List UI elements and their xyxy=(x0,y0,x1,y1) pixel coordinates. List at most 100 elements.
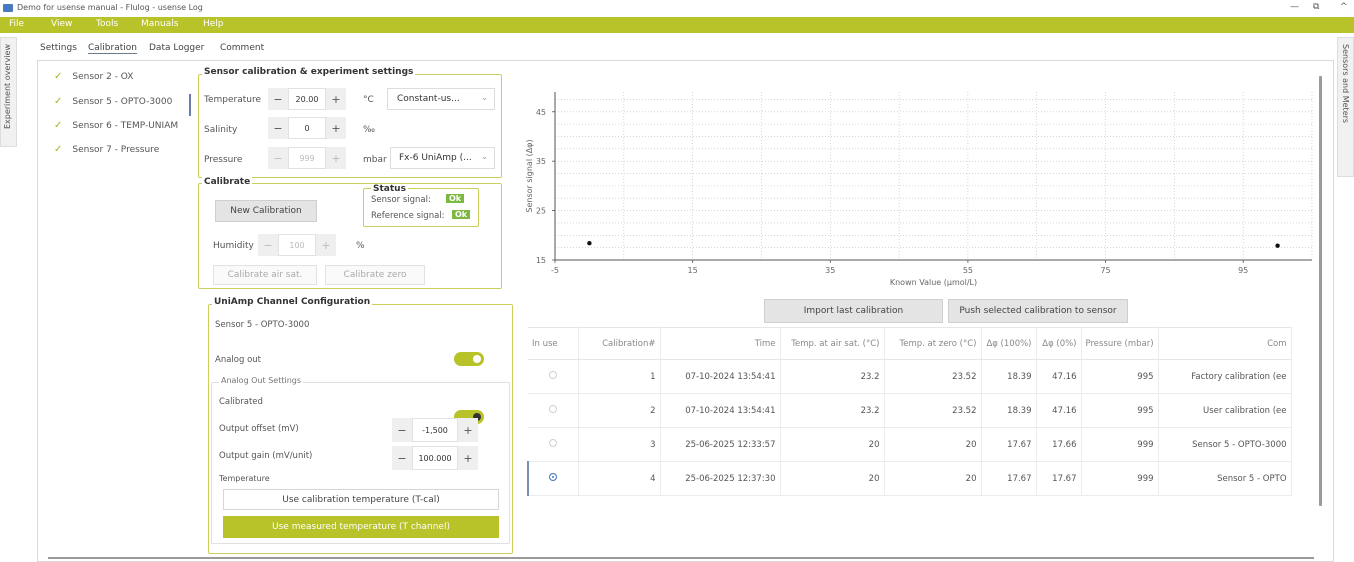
col-in-use[interactable]: In use xyxy=(528,327,579,360)
col-pressure[interactable]: Pressure (mbar) xyxy=(1081,327,1159,360)
pressure-cell: 995 xyxy=(1081,359,1159,394)
chart-points xyxy=(587,241,1280,248)
in-use-radio[interactable] xyxy=(548,405,557,413)
settings-group-title: Sensor calibration & experiment settings xyxy=(202,67,416,77)
calibration-chart: -5 15 35 55 75 95 15 25 35 45 Known Value (µmol/L… xyxy=(525,92,1313,287)
new-calibration-button[interactable]: New Calibration xyxy=(215,200,317,222)
salinity-value[interactable]: 0 xyxy=(288,117,326,139)
table-row[interactable]: 3 25-06-2025 12:33:57 20 20 17.67 17.66 999 Sen… xyxy=(528,427,1292,462)
calibration-table: In use Calibration# Time Temp. at air sa… xyxy=(527,327,1292,496)
use-measured-temperature-button[interactable]: Use measured temperature (T channel) xyxy=(223,516,499,538)
decrement-button[interactable]: − xyxy=(268,88,288,110)
sensors-and-meters-tab[interactable]: Sensors and Meters xyxy=(1337,37,1354,177)
decrement-button: − xyxy=(268,147,288,169)
sensor-signal-label: Sensor signal: xyxy=(371,195,431,205)
horizontal-scrollbar[interactable] xyxy=(44,556,1320,561)
decrement-button[interactable]: − xyxy=(392,446,412,470)
dphi-100-cell: 18.39 xyxy=(981,393,1037,428)
tab-settings[interactable]: Settings xyxy=(40,43,77,53)
calibrate-zero-button[interactable]: Calibrate zero xyxy=(325,265,425,285)
tab-calibration[interactable]: Calibration xyxy=(88,43,137,54)
table-row[interactable]: 1 07-10-2024 13:54:41 23.2 23.52 18.39 47.16 9… xyxy=(528,359,1292,394)
restore-icon[interactable]: ⧉ xyxy=(1313,2,1319,12)
sensors-and-meters-label: Sensors and Meters xyxy=(1341,44,1350,124)
x-tick-label: 15 xyxy=(688,266,698,275)
analog-out-label: Analog out xyxy=(215,355,261,365)
menu-tools[interactable]: Tools xyxy=(96,19,118,29)
increment-button: + xyxy=(316,234,336,256)
in-use-cell xyxy=(528,427,579,462)
calibration-number-cell: 3 xyxy=(578,427,661,462)
use-calibration-temperature-button[interactable]: Use calibration temperature (T-cal) xyxy=(223,489,499,510)
import-last-calibration-button[interactable]: Import last calibration xyxy=(764,299,943,323)
humidity-unit: % xyxy=(356,241,365,251)
in-use-radio[interactable] xyxy=(549,473,558,481)
decrement-button[interactable]: − xyxy=(268,117,288,139)
pressure-value: 999 xyxy=(288,147,326,169)
app-icon xyxy=(3,4,13,12)
pressure-unit: mbar xyxy=(363,155,387,165)
sensor-list-item[interactable]: ✓ Sensor 2 - OX xyxy=(54,71,133,89)
table-header-row: In use Calibration# Time Temp. at air sa… xyxy=(528,327,1292,360)
scroll-thumb[interactable] xyxy=(1319,76,1322,506)
calibrate-air-sat-button[interactable]: Calibrate air sat. xyxy=(213,265,317,285)
comment-cell: Sensor 5 - OPTO xyxy=(1158,461,1292,496)
tab-comment[interactable]: Comment xyxy=(220,43,264,53)
menu-view[interactable]: View xyxy=(51,19,72,29)
x-tick-label: 35 xyxy=(825,266,835,275)
pressure-source-dropdown[interactable]: Fx-6 UniAmp (... ⌄ xyxy=(390,147,495,169)
increment-button[interactable]: + xyxy=(326,88,346,110)
comment-cell: Factory calibration (ee xyxy=(1158,359,1292,394)
output-offset-value[interactable]: -1,500 xyxy=(412,418,458,442)
in-use-radio[interactable] xyxy=(548,439,557,447)
increment-button[interactable]: + xyxy=(458,418,478,442)
in-use-radio[interactable] xyxy=(548,371,557,379)
col-temp-zero[interactable]: Temp. at zero (°C) xyxy=(884,327,982,360)
pressure-cell: 999 xyxy=(1081,461,1159,496)
col-calibration-number[interactable]: Calibration# xyxy=(578,327,661,360)
sensor-list-item[interactable]: ✓ Sensor 7 - Pressure xyxy=(54,144,159,162)
sensor-label: Sensor 5 - OPTO-3000 xyxy=(72,97,173,107)
col-dphi-0[interactable]: Δφ (0%) xyxy=(1036,327,1082,360)
sensor-list-item-selected[interactable]: ✓ Sensor 5 - OPTO-3000 xyxy=(54,96,172,114)
sensor-signal-badge: Ok xyxy=(446,194,465,203)
temperature-value[interactable]: 20.00 xyxy=(288,88,326,110)
decrement-button[interactable]: − xyxy=(392,418,412,442)
table-row[interactable]: 4 25-06-2025 12:37:30 20 20 17.67 17.67 999 Sen… xyxy=(527,461,1292,496)
menu-help[interactable]: Help xyxy=(203,19,224,29)
push-calibration-button[interactable]: Push selected calibration to sensor xyxy=(948,299,1128,323)
dphi-0-cell: 17.66 xyxy=(1036,427,1082,462)
temperature-source-label: Temperature xyxy=(219,474,270,483)
in-use-cell xyxy=(528,359,579,394)
tab-data-logger[interactable]: Data Logger xyxy=(149,43,204,53)
collapse-icon[interactable]: ^ xyxy=(1340,2,1348,12)
calibration-number-cell: 2 xyxy=(578,393,661,428)
col-dphi-100[interactable]: Δφ (100%) xyxy=(981,327,1037,360)
increment-button[interactable]: + xyxy=(458,446,478,470)
col-time[interactable]: Time xyxy=(660,327,781,360)
output-gain-value[interactable]: 100.000 xyxy=(412,446,458,470)
salinity-unit: ‰ xyxy=(363,125,376,135)
table-row[interactable]: 2 07-10-2024 13:54:41 23.2 23.52 18.39 47.16 9… xyxy=(528,393,1292,428)
menu-manuals[interactable]: Manuals xyxy=(141,19,178,29)
col-comment[interactable]: Com xyxy=(1158,327,1292,360)
uniamp-sensor-name: Sensor 5 - OPTO-3000 xyxy=(215,320,310,330)
analog-out-toggle[interactable] xyxy=(454,352,484,366)
minimize-icon[interactable]: — xyxy=(1290,2,1299,12)
scroll-thumb[interactable] xyxy=(48,557,1314,559)
calibration-number-cell: 1 xyxy=(578,359,661,394)
menu-file[interactable]: File xyxy=(9,19,24,29)
x-tick-label: -5 xyxy=(551,266,559,275)
experiment-overview-tab[interactable]: Experiment overview xyxy=(0,37,17,147)
pressure-cell: 999 xyxy=(1081,427,1159,462)
temp-zero-cell: 20 xyxy=(884,427,982,462)
data-point xyxy=(587,241,592,246)
increment-button[interactable]: + xyxy=(326,117,346,139)
temperature-mode-dropdown[interactable]: Constant-us... ⌄ xyxy=(387,88,495,110)
temp-air-cell: 23.2 xyxy=(780,393,885,428)
temp-air-cell: 20 xyxy=(780,461,885,496)
window-titlebar: Demo for usense manual - Flulog - usense… xyxy=(0,0,1354,17)
col-temp-air[interactable]: Temp. at air sat. (°C) xyxy=(780,327,885,360)
vertical-scrollbar[interactable] xyxy=(1318,68,1324,544)
sensor-list-item[interactable]: ✓ Sensor 6 - TEMP-UNIAM xyxy=(54,120,178,138)
